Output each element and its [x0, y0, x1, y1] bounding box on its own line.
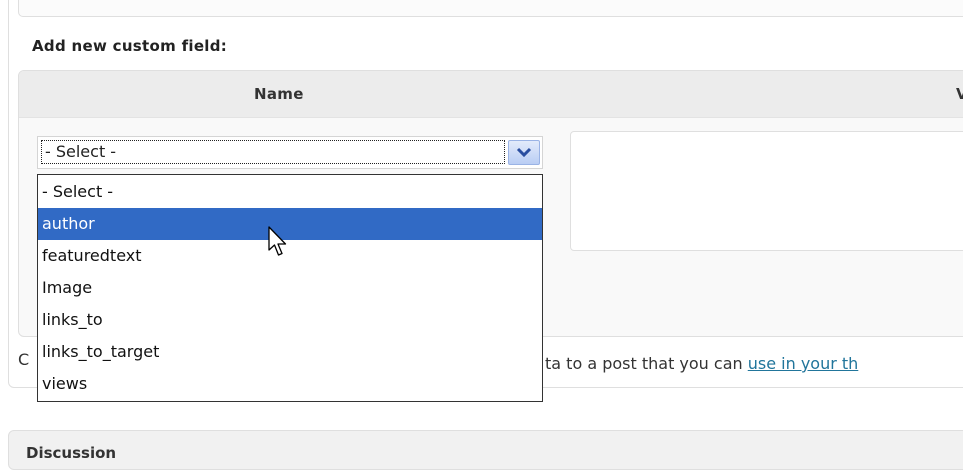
option-links-to[interactable]: links_to — [38, 304, 542, 336]
meta-key-select[interactable]: - Select - — [37, 136, 543, 169]
value-textarea[interactable] — [570, 131, 963, 251]
theme-docs-link[interactable]: use in your th — [748, 354, 859, 373]
select-dropdown-list[interactable]: - Select - author featuredtext Image lin… — [37, 174, 543, 402]
chevron-down-icon[interactable] — [508, 140, 540, 165]
table-header: Name V — [19, 71, 963, 118]
help-text-start: C — [18, 350, 30, 369]
value-column-header: V — [956, 85, 963, 103]
section-title: Add new custom field: — [32, 37, 228, 55]
option-links-to-target[interactable]: links_to_target — [38, 336, 542, 368]
name-column-header: Name — [254, 85, 304, 103]
mouse-pointer-icon — [268, 226, 290, 264]
option-featuredtext[interactable]: featuredtext — [38, 240, 542, 272]
option-author[interactable]: author — [38, 208, 542, 240]
option-image[interactable]: Image — [38, 272, 542, 304]
option-select[interactable]: - Select - — [38, 176, 542, 208]
discussion-metabox: Discussion — [8, 430, 963, 470]
help-text: ta to a post that you can use in your th — [545, 354, 858, 373]
select-current-value: - Select - — [41, 140, 505, 164]
previous-panel-edge — [18, 0, 963, 17]
help-text-body: ta to a post that you can — [545, 354, 748, 373]
option-views[interactable]: views — [38, 368, 542, 400]
discussion-title: Discussion — [26, 444, 117, 462]
